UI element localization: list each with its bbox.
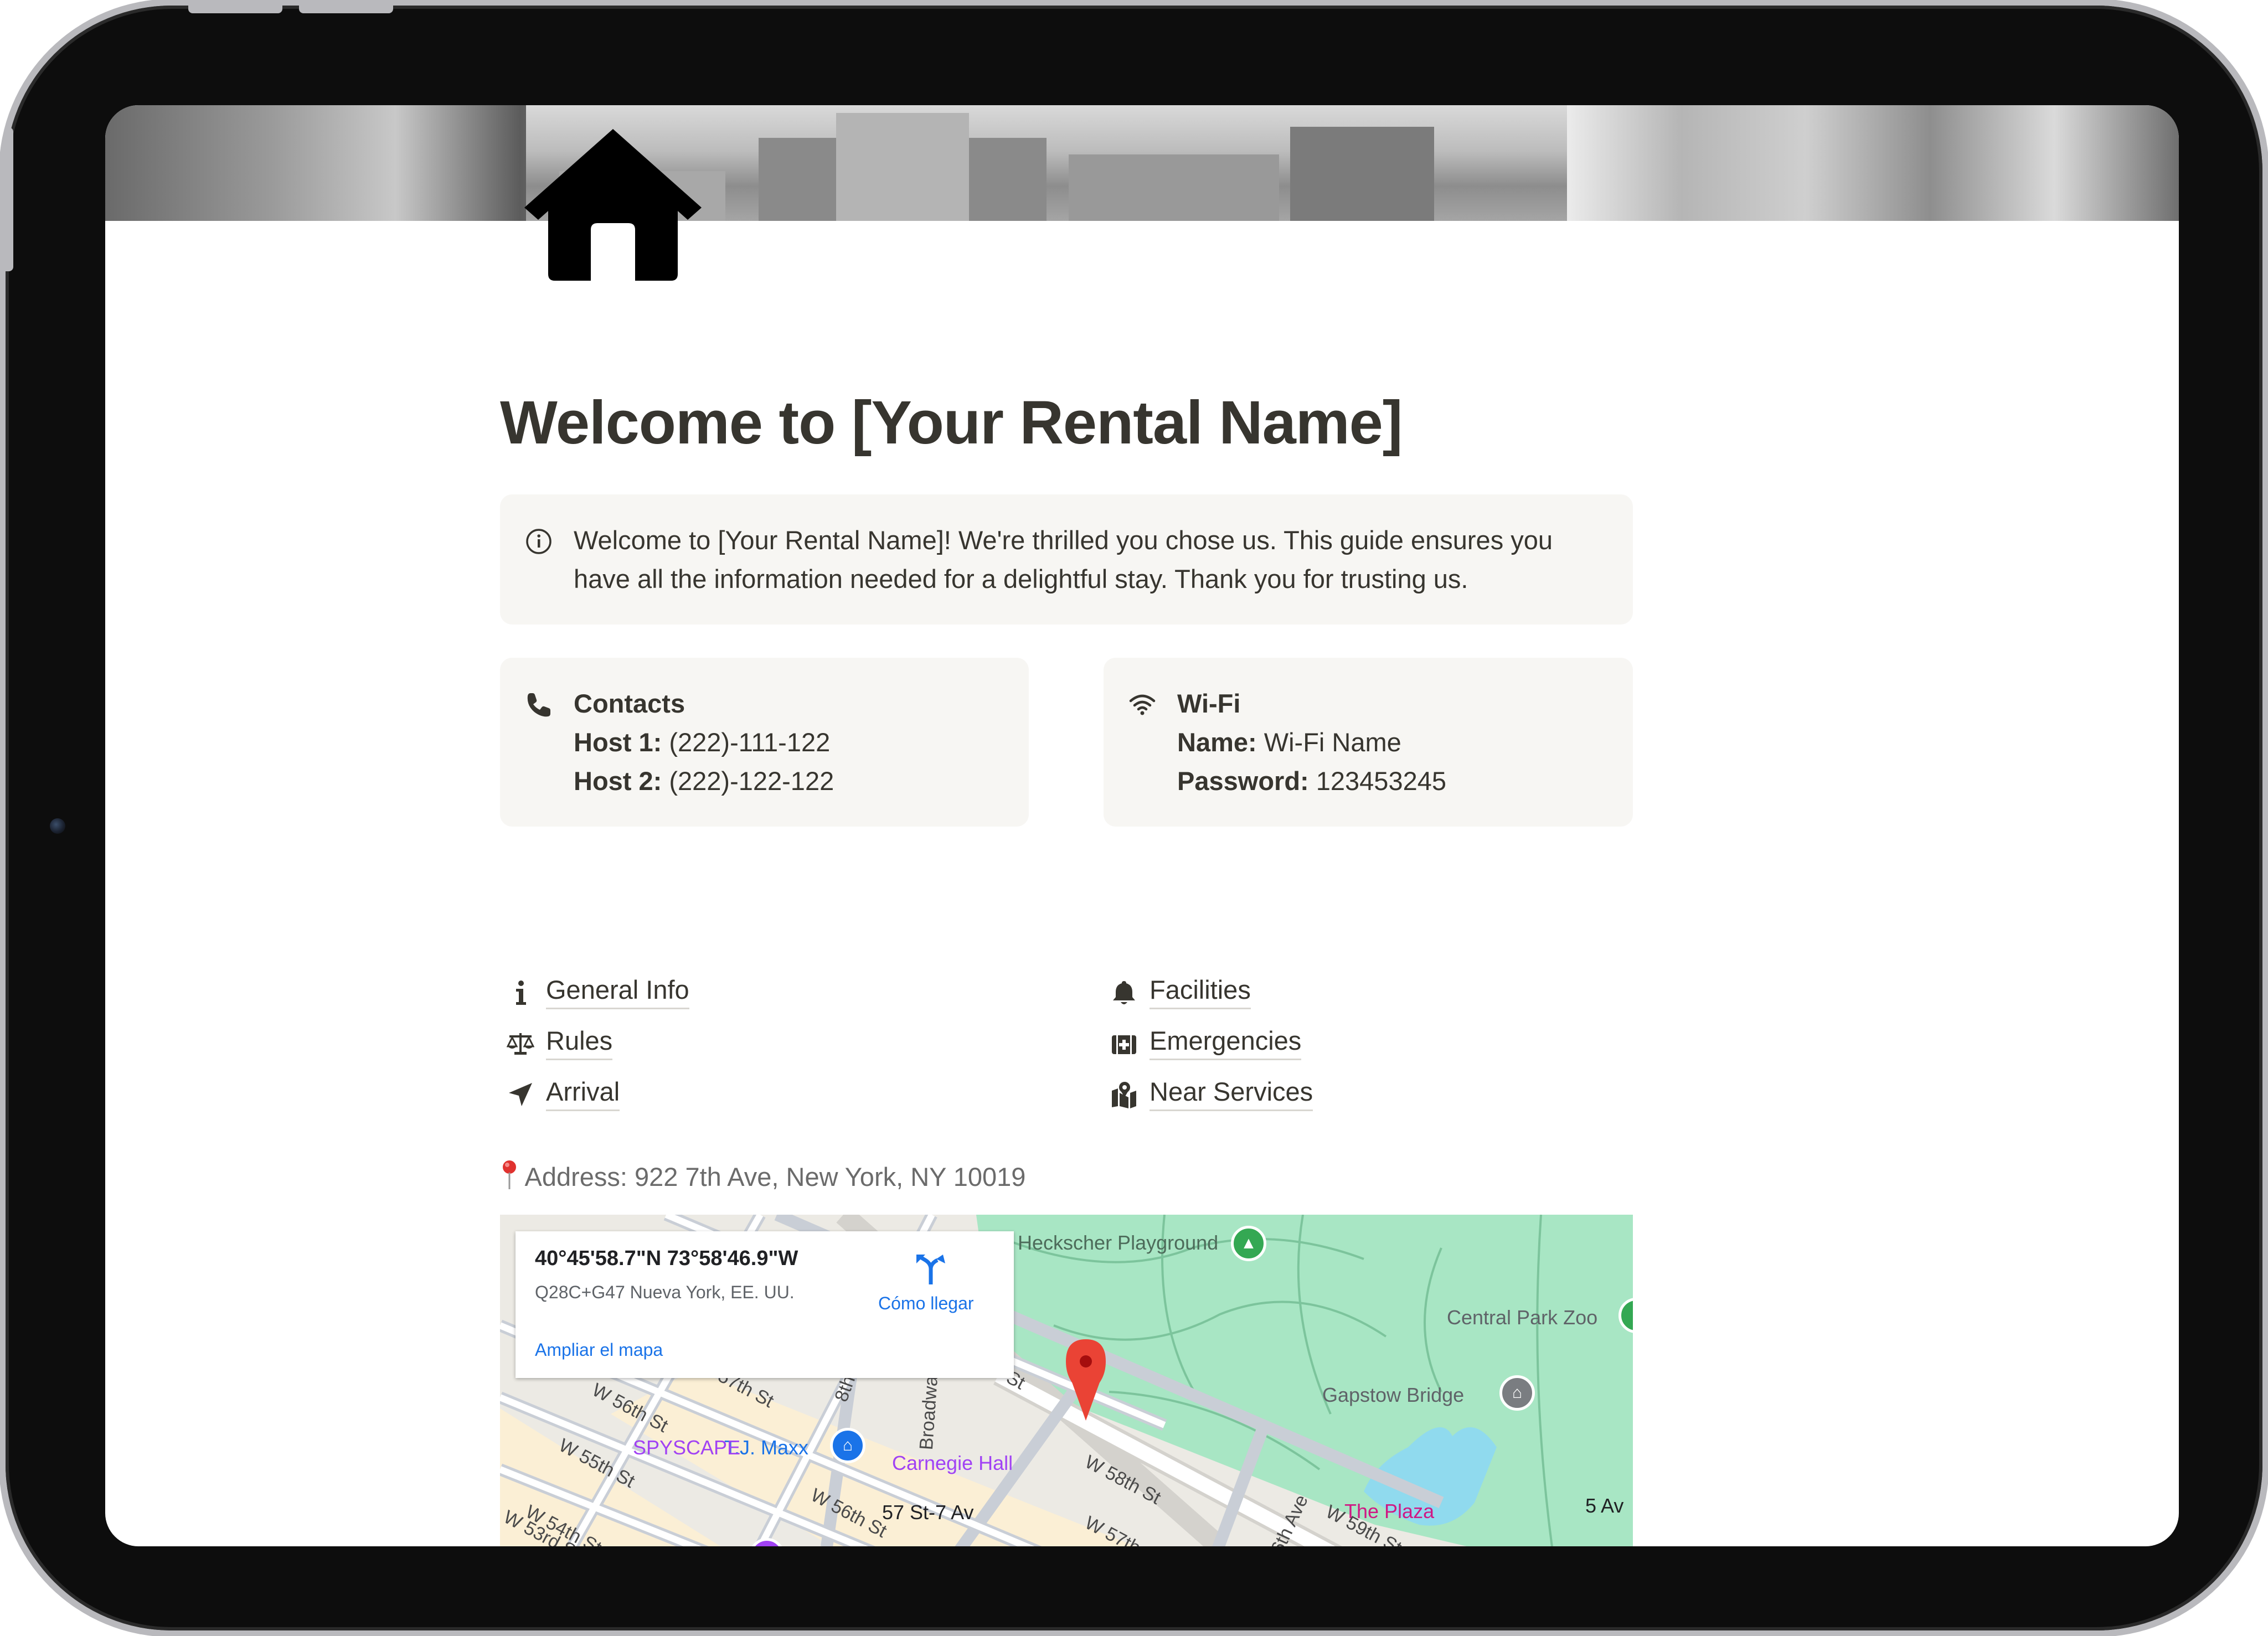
map-label-heckscher[interactable]: Heckscher Playground (1018, 1231, 1218, 1255)
playground-marker-icon[interactable]: ▲ (1231, 1226, 1266, 1261)
embedded-map[interactable]: Heckscher Playground ▲ Central Park Zoo … (500, 1215, 1633, 1546)
wifi-icon (1129, 694, 1156, 715)
wifi-password-row: Password: 123453245 (1177, 762, 1446, 801)
host2-value: (222)-122-122 (669, 766, 834, 796)
map-label-zoo[interactable]: Central Park Zoo (1447, 1306, 1597, 1329)
host2-label: Host 2: (574, 766, 662, 796)
map-label-5av-station[interactable]: 5 Av (1585, 1494, 1623, 1518)
wifi-password-value: 123453245 (1316, 766, 1447, 796)
host1-row: Host 1: (222)-111-122 (574, 723, 834, 762)
link-emergencies-label[interactable]: Emergencies (1150, 1024, 1302, 1060)
map-plus-code: Q28C+G47 Nueva York, EE. UU. (535, 1282, 795, 1302)
link-facilities-label[interactable]: Facilities (1150, 973, 1251, 1009)
top-button (299, 6, 393, 13)
wifi-callout: Wi-Fi Name: Wi-Fi Name Password: 1234532… (1104, 658, 1633, 827)
intro-callout: Welcome to [Your Rental Name]! We're thr… (500, 494, 1633, 625)
map-info-card: 40°45'58.7"N 73°58'46.9"W Q28C+G47 Nueva… (516, 1231, 1014, 1378)
side-button (6, 127, 13, 271)
link-arrival-label[interactable]: Arrival (546, 1075, 620, 1111)
host2-row: Host 2: (222)-122-122 (574, 762, 834, 801)
house-icon (524, 129, 702, 281)
links-right: Facilities Emergencies Near Services (1104, 969, 1632, 1122)
wifi-heading: Wi-Fi (1177, 689, 1241, 718)
link-rules[interactable]: Rules (500, 1020, 1029, 1071)
link-arrival[interactable]: Arrival (500, 1071, 1029, 1122)
pushpin-icon (503, 1160, 516, 1189)
link-general-info[interactable]: General Info (500, 969, 1029, 1020)
top-button (188, 6, 282, 13)
scale-icon (507, 1033, 534, 1055)
wifi-name-value: Wi-Fi Name (1264, 727, 1401, 757)
page-title: Welcome to [Your Rental Name] (500, 389, 1403, 457)
shopping-bag-marker-icon[interactable]: ⌂ (830, 1428, 865, 1463)
map-label-57st-station[interactable]: 57 St-7 Av (882, 1501, 973, 1524)
info-icon (516, 980, 526, 1005)
link-general-info-label[interactable]: General Info (546, 973, 689, 1009)
phone-icon (527, 693, 550, 717)
screen: Welcome to [Your Rental Name] Welcome to… (105, 105, 2179, 1546)
host1-label: Host 1: (574, 727, 662, 757)
intro-text: Welcome to [Your Rental Name]! We're thr… (574, 525, 1553, 593)
map-label-carnegie[interactable]: Carnegie Hall (892, 1452, 1013, 1475)
first-aid-icon (1112, 1035, 1136, 1054)
links-left: General Info Rules Arrival (500, 969, 1029, 1122)
contacts-callout: Contacts Host 1: (222)-111-122 Host 2: (… (500, 658, 1029, 827)
wifi-password-label: Password: (1177, 766, 1309, 796)
link-near-services[interactable]: Near Services (1104, 1071, 1632, 1122)
link-near-services-label[interactable]: Near Services (1150, 1075, 1313, 1111)
cover-image (105, 105, 2179, 221)
link-facilities[interactable]: Facilities (1104, 969, 1632, 1020)
map-label-gapstow[interactable]: Gapstow Bridge (1322, 1384, 1464, 1407)
host1-value: (222)-111-122 (669, 727, 831, 757)
enlarge-map-link[interactable]: Ampliar el mapa (535, 1340, 663, 1360)
map-label-spyscape[interactable]: SPYSCAPE (633, 1436, 740, 1459)
wifi-name-label: Name: (1177, 727, 1257, 757)
landmark-marker-icon[interactable]: ⌂ (1499, 1375, 1535, 1411)
map-location-icon (1112, 1082, 1136, 1108)
contacts-lines: Contacts Host 1: (222)-111-122 Host 2: (… (574, 684, 834, 801)
link-emergencies[interactable]: Emergencies (1104, 1020, 1632, 1071)
map-coordinates: 40°45'58.7"N 73°58'46.9"W (535, 1247, 798, 1270)
camera (50, 818, 65, 834)
tablet-frame: Welcome to [Your Rental Name] Welcome to… (6, 6, 2262, 1630)
address-line: Address: 922 7th Ave, New York, NY 10019 (500, 1159, 1025, 1192)
bell-icon (1113, 981, 1135, 1004)
directions-icon[interactable] (914, 1252, 947, 1286)
contacts-heading: Contacts (574, 689, 685, 718)
info-circle-icon (526, 529, 551, 554)
wifi-lines: Wi-Fi Name: Wi-Fi Name Password: 1234532… (1177, 684, 1446, 801)
directions-button-label[interactable]: Cómo llegar (878, 1293, 974, 1314)
address-text: Address: 922 7th Ave, New York, NY 10019 (524, 1162, 1026, 1191)
location-arrow-icon (509, 1083, 532, 1106)
link-rules-label[interactable]: Rules (546, 1024, 613, 1060)
wifi-name-row: Name: Wi-Fi Name (1177, 723, 1446, 762)
